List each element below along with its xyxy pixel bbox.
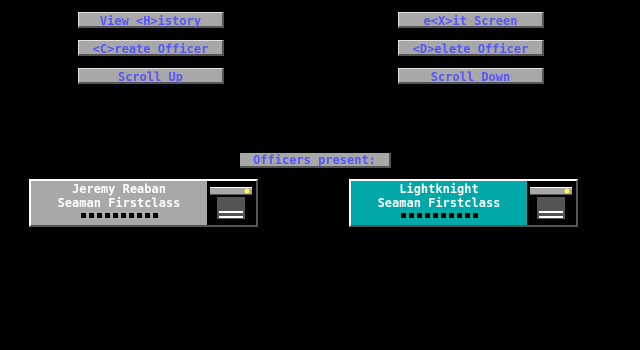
officer-info: Jeremy Reaban Seaman Firstclass (31, 181, 207, 225)
create-officer-button[interactable]: <C>reate Officer (78, 40, 224, 56)
officer-rank: Seaman Firstclass (57, 196, 181, 210)
scroll-down-button[interactable]: Scroll Down (398, 68, 544, 84)
delete-officer-button[interactable]: <D>elete Officer (398, 40, 544, 56)
officer-rank: Seaman Firstclass (377, 196, 501, 210)
rank-pips (80, 213, 158, 218)
locker-icon (529, 183, 575, 223)
officer-info: Lightknight Seaman Firstclass (351, 181, 527, 225)
scroll-up-button[interactable]: Scroll Up (78, 68, 224, 84)
view-history-button[interactable]: View <H>istory (78, 12, 224, 28)
officer-name: Jeremy Reaban (72, 182, 166, 196)
officer-card[interactable]: Lightknight Seaman Firstclass (349, 179, 578, 227)
exit-screen-button[interactable]: e<X>it Screen (398, 12, 544, 28)
locker-icon (209, 183, 255, 223)
officers-present-label: Officers present: (240, 153, 391, 168)
officer-card[interactable]: Jeremy Reaban Seaman Firstclass (29, 179, 258, 227)
rank-pips (400, 213, 478, 218)
officer-name: Lightknight (399, 182, 479, 196)
